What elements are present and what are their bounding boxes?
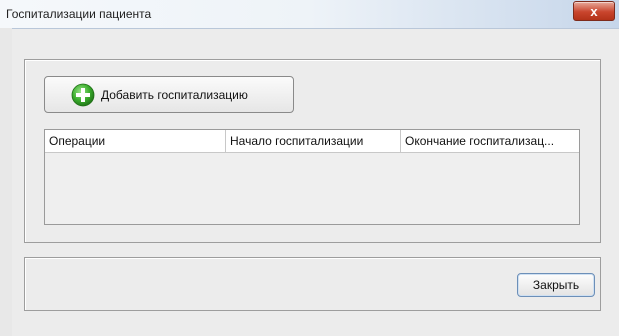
window-border [0,28,12,336]
add-hospitalization-button[interactable]: Добавить госпитализацию [44,76,294,113]
column-header-operations[interactable]: Операции [45,130,226,152]
window-close-button[interactable]: x [573,1,615,21]
close-icon: x [590,3,598,19]
column-header-start[interactable]: Начало госпитализации [226,130,401,152]
add-hospitalization-label: Добавить госпитализацию [101,88,248,102]
hospitalizations-table[interactable]: Операции Начало госпитализации Окончание… [44,129,580,225]
close-button[interactable]: Закрыть [517,273,595,297]
window-title: Госпитализации пациента [6,7,152,21]
footer-panel [24,257,601,311]
table-header: Операции Начало госпитализации Окончание… [45,130,579,153]
column-header-end[interactable]: Окончание госпитализац... [401,130,579,152]
window-titlebar[interactable]: Госпитализации пациента x [0,0,619,29]
plus-circle-icon [71,83,95,107]
